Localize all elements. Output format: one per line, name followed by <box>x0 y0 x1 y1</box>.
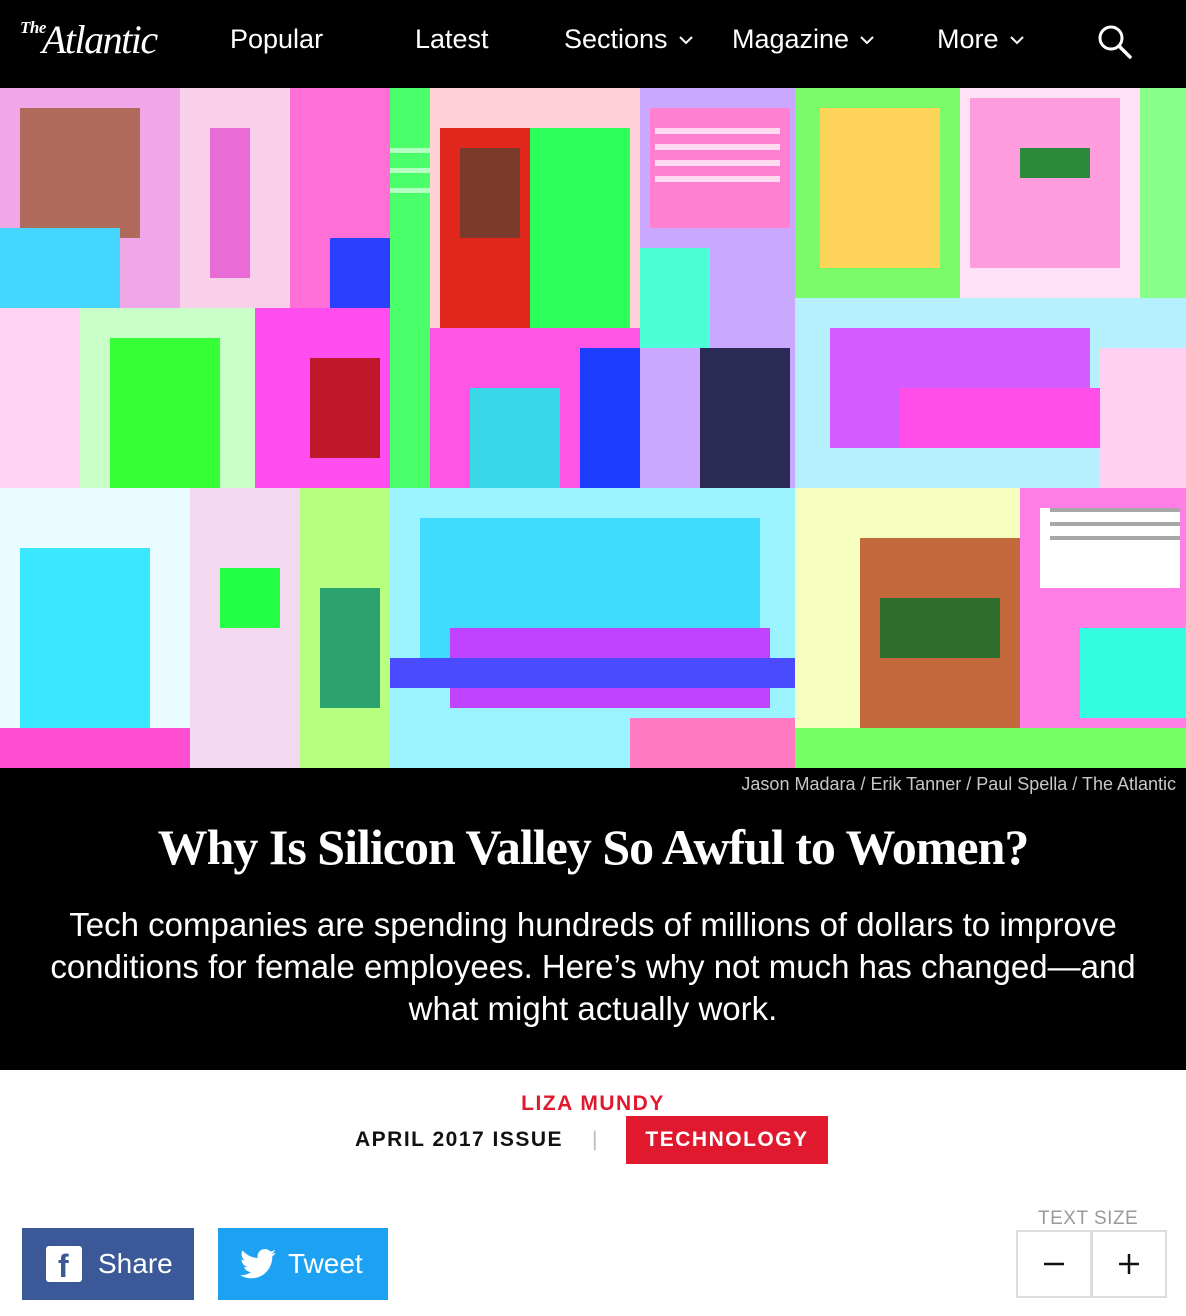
article-dek: Tech companies are spending hundreds of … <box>50 906 1136 1027</box>
section-tag[interactable]: TECHNOLOGY <box>626 1116 828 1164</box>
share-button-label: Share <box>98 1248 173 1279</box>
text-size-label: TEXT SIZE <box>1038 1208 1139 1229</box>
article-headline: Why Is Silicon Valley So Awful to Women? <box>157 819 1030 875</box>
chevron-down-icon <box>860 35 874 44</box>
hero-image <box>0 88 1186 768</box>
facebook-share-button[interactable]: f Share <box>22 1228 194 1300</box>
nav-item-label: More <box>937 24 999 54</box>
nav-item-label: Popular <box>230 24 324 54</box>
twitter-bird-icon <box>240 1249 276 1279</box>
nav-item-more[interactable]: More <box>937 24 1025 55</box>
chevron-down-icon <box>678 35 693 44</box>
photo-credit: Jason Madara / Erik Tanner / Paul Spella… <box>741 774 1176 794</box>
twitter-tweet-button[interactable]: Tweet <box>218 1228 388 1300</box>
top-nav: The Atlantic Popular Latest Sections Mag… <box>0 0 1186 88</box>
nav-item-popular[interactable]: Popular <box>230 24 323 55</box>
search-icon[interactable] <box>1097 24 1133 60</box>
nav-item-label: Latest <box>415 24 489 54</box>
byline-separator: | <box>592 1128 598 1151</box>
minus-icon <box>1044 1262 1064 1266</box>
facebook-icon: f <box>46 1246 82 1284</box>
plus-icon <box>1119 1254 1139 1274</box>
logo-name: Atlantic <box>42 17 158 62</box>
chevron-down-icon <box>1009 35 1024 44</box>
nav-item-label: Sections <box>564 24 668 54</box>
tweet-button-label: Tweet <box>288 1248 363 1279</box>
nav-item-sections[interactable]: Sections <box>564 24 694 55</box>
text-size-decrease-button[interactable] <box>1016 1230 1092 1298</box>
nav-item-magazine[interactable]: Magazine <box>732 24 875 55</box>
author-link[interactable]: LIZA MUNDY <box>0 1092 1186 1116</box>
nav-item-label: Magazine <box>732 24 850 54</box>
nav-item-latest[interactable]: Latest <box>415 24 489 55</box>
hero-collage <box>0 88 1186 768</box>
issue-link[interactable]: APRIL 2017 ISSUE <box>355 1128 563 1152</box>
text-size-increase-button[interactable] <box>1091 1230 1167 1298</box>
